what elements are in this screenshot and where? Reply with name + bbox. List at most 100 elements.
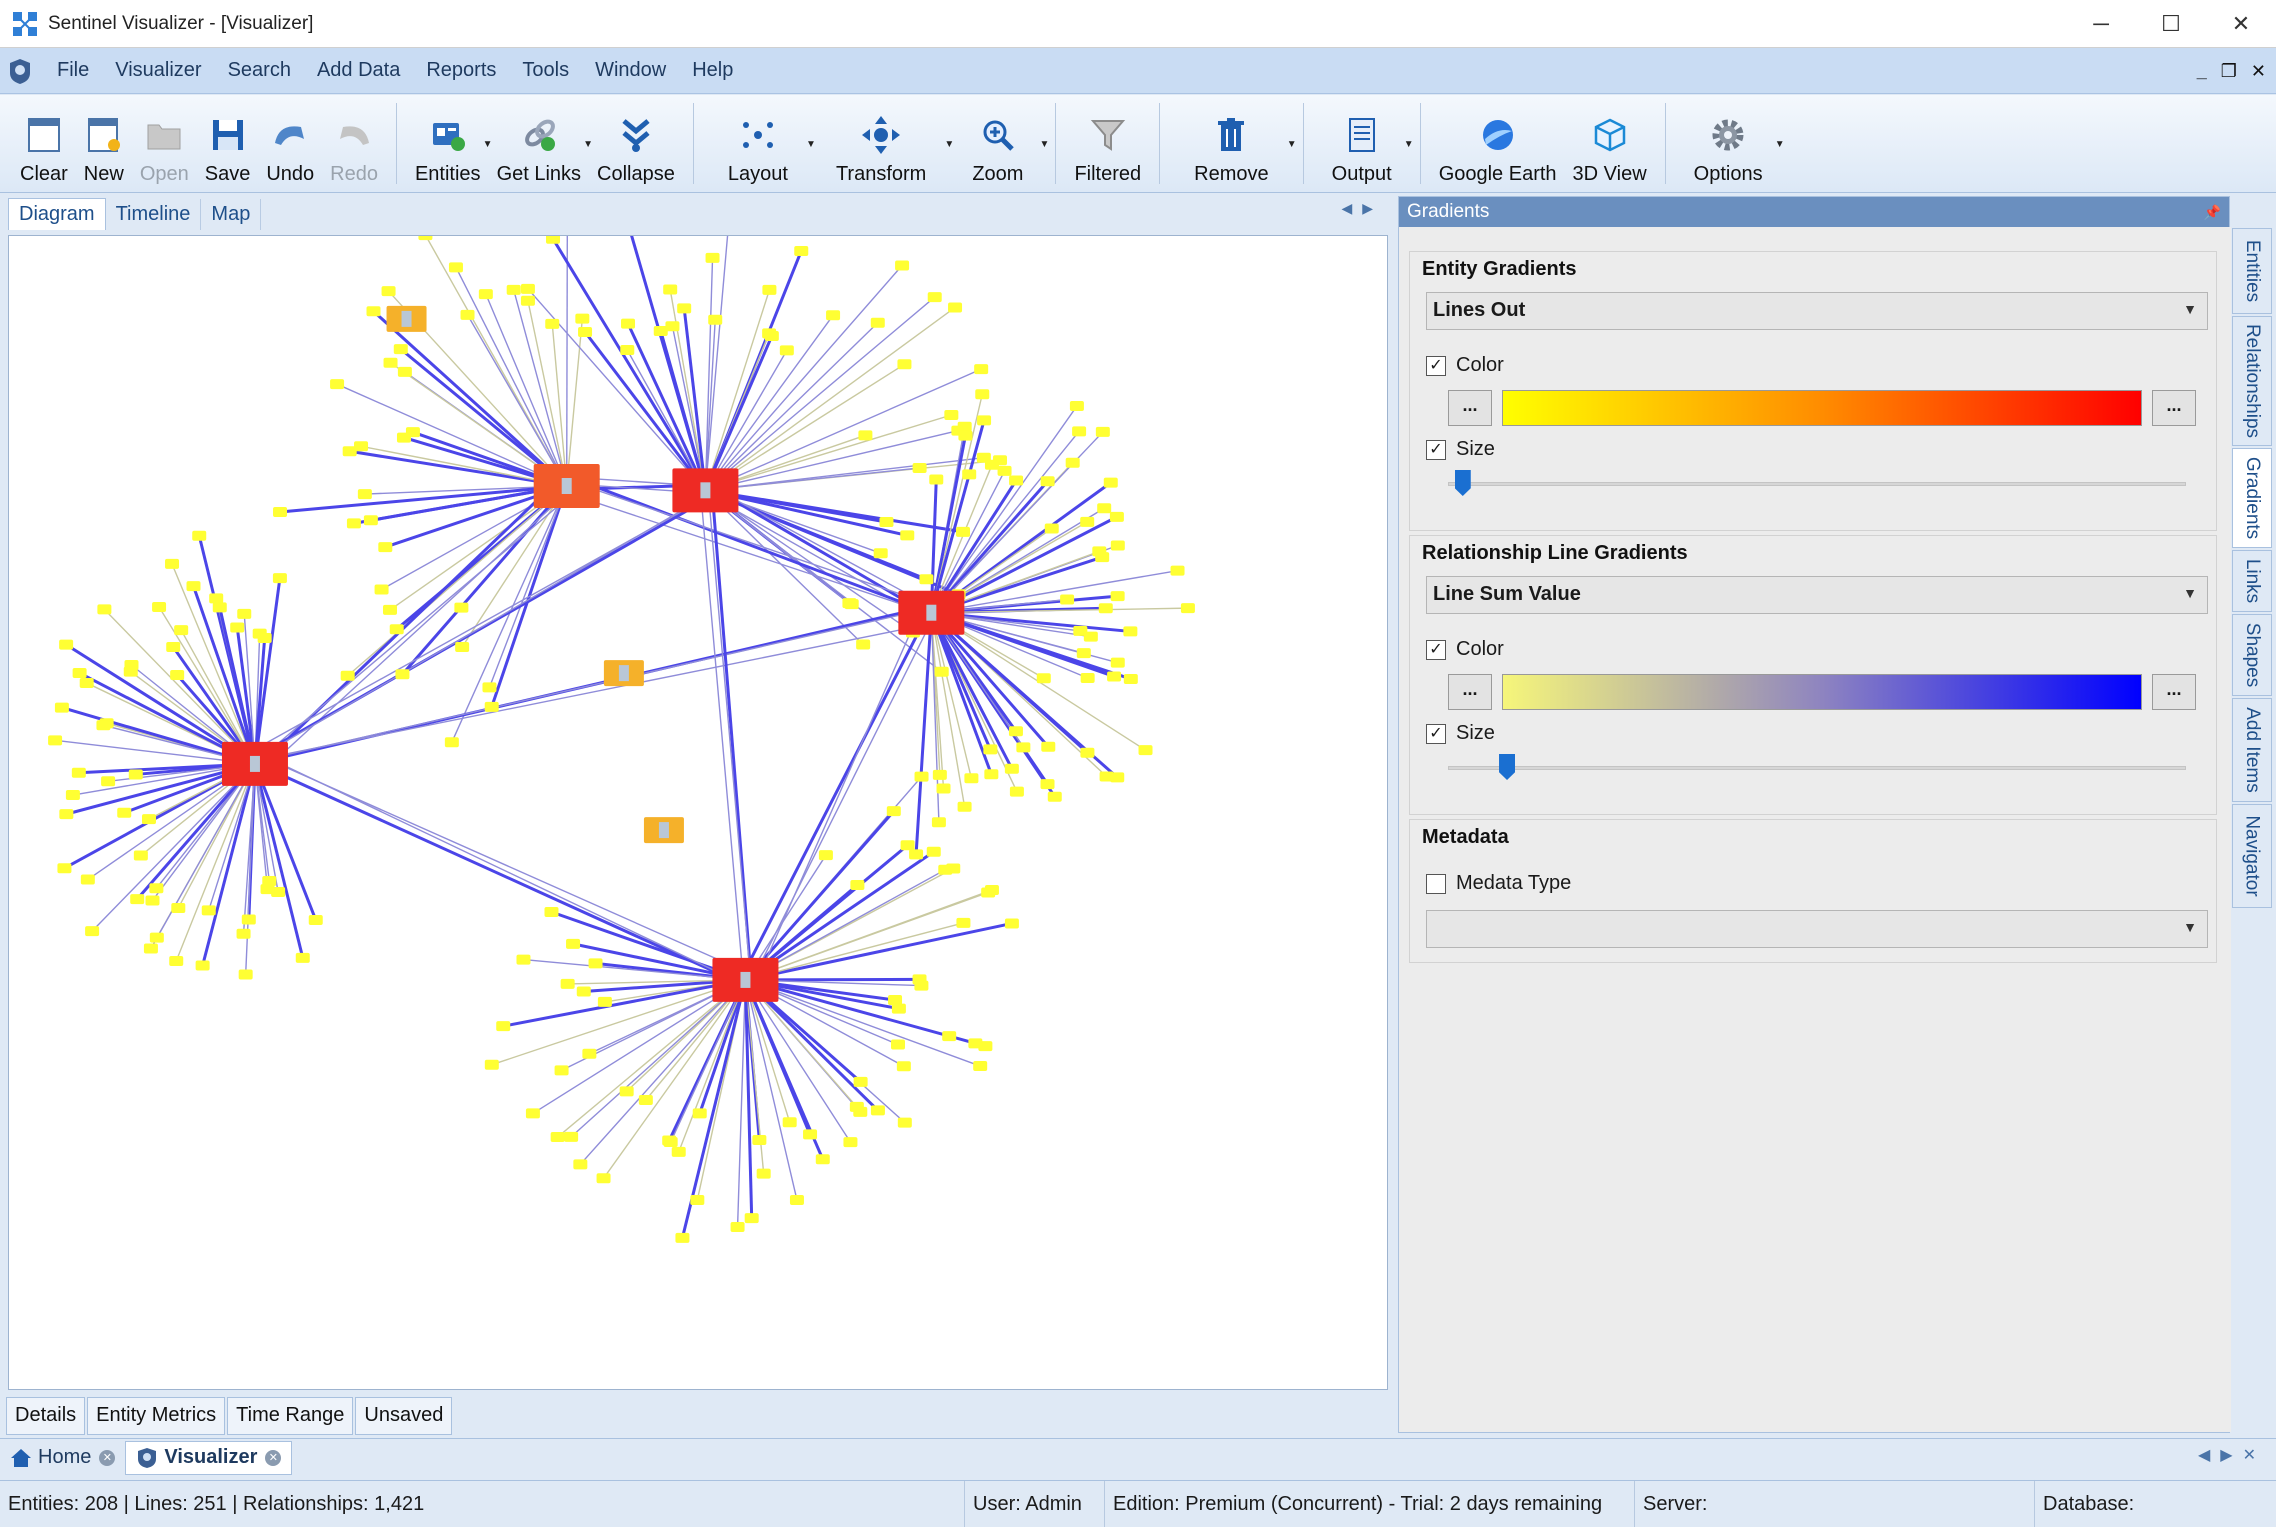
entity-gradients-heading: Entity Gradients — [1422, 258, 1577, 280]
menu-file[interactable]: File — [44, 59, 102, 82]
leaf-entity-node — [891, 1039, 906, 1050]
menu-add-data[interactable]: Add Data — [304, 59, 413, 82]
menu-search[interactable]: Search — [215, 59, 304, 82]
leaf-entity-node — [1103, 477, 1118, 488]
leaf-entity-node — [454, 602, 469, 613]
title-bar: Sentinel Visualizer - [Visualizer] ─ ☐ ✕ — [0, 0, 2276, 48]
relationship-gradient-end-color-button[interactable]: ... — [2152, 674, 2196, 710]
tab-time-range[interactable]: Time Range — [227, 1397, 354, 1435]
leaf-entity-node — [520, 283, 535, 294]
diagram-canvas[interactable] — [8, 235, 1388, 1390]
menu-tools[interactable]: Tools — [509, 59, 582, 82]
open-button[interactable]: Open — [132, 95, 197, 192]
transform-button[interactable]: Transform ▼ — [812, 95, 954, 192]
remove-button[interactable]: Remove ▼ — [1170, 95, 1297, 192]
redo-button[interactable]: Redo — [322, 95, 386, 192]
mdi-minimize-button[interactable]: _ — [2197, 61, 2207, 82]
relationship-color-checkbox[interactable]: ✓ — [1426, 639, 1446, 660]
relationship-size-slider-thumb[interactable] — [1499, 754, 1516, 780]
leaf-entity-node — [374, 584, 389, 595]
options-button[interactable]: Options ▼ — [1676, 95, 1785, 192]
tab-entity-metrics[interactable]: Entity Metrics — [87, 1397, 226, 1435]
layout-button[interactable]: Layout ▼ — [704, 95, 816, 192]
entity-size-slider-track[interactable] — [1448, 482, 2186, 486]
tab-timeline[interactable]: Timeline — [106, 199, 202, 230]
zoom-button[interactable]: Zoom ▼ — [950, 95, 1049, 192]
3d-view-button[interactable]: 3D View — [1565, 95, 1655, 192]
relationship-gradient-start-color-button[interactable]: ... — [1448, 674, 1492, 710]
entity-gradient-start-color-button[interactable]: ... — [1448, 390, 1492, 426]
close-tab-icon[interactable]: ✕ — [265, 1449, 282, 1466]
network-graph[interactable] — [9, 236, 1387, 1389]
relationship-gradient-mode-select[interactable]: Line Sum Value ▼ — [1426, 576, 2208, 614]
output-button[interactable]: Output ▼ — [1314, 95, 1414, 192]
leaf-entity-node — [997, 465, 1012, 476]
filtered-button[interactable]: Filtered — [1066, 95, 1149, 192]
relationship-line — [566, 318, 584, 487]
maximize-button[interactable]: ☐ — [2136, 0, 2206, 48]
chevron-down-icon: ▼ — [2183, 301, 2197, 317]
entity-color-checkbox[interactable]: ✓ — [1426, 355, 1446, 376]
entity-size-checkbox[interactable]: ✓ — [1426, 439, 1446, 460]
leaf-entity-node — [59, 809, 74, 820]
menu-reports[interactable]: Reports — [413, 59, 509, 82]
leaf-entity-node — [165, 558, 180, 569]
pin-icon[interactable]: 📌 — [2204, 204, 2221, 221]
save-button[interactable]: Save — [197, 95, 259, 192]
side-tab-links[interactable]: Links — [2232, 550, 2272, 612]
metadata-type-select[interactable]: ▼ — [1426, 910, 2208, 948]
tab-unsaved[interactable]: Unsaved — [355, 1397, 453, 1435]
leaf-entity-node — [79, 677, 94, 688]
entities-button[interactable]: Entities ▼ — [407, 95, 493, 192]
menu-window[interactable]: Window — [582, 59, 679, 82]
minimize-button[interactable]: ─ — [2066, 0, 2136, 48]
side-tab-navigator[interactable]: Navigator — [2232, 804, 2272, 908]
side-tab-add-items[interactable]: Add Items — [2232, 698, 2272, 802]
google-earth-button[interactable]: Google Earth — [1431, 95, 1565, 192]
menu-visualizer[interactable]: Visualizer — [102, 59, 214, 82]
leaf-entity-node — [195, 960, 210, 971]
doc-tab-nav-icon[interactable]: ◀▶✕ — [2198, 1445, 2266, 1465]
entity-size-slider-thumb[interactable] — [1454, 470, 1471, 496]
doc-tab-visualizer[interactable]: Visualizer ✕ — [125, 1440, 293, 1475]
tab-map[interactable]: Map — [201, 199, 262, 230]
tab-diagram[interactable]: Diagram — [8, 198, 106, 230]
entity-gradient-mode-select[interactable]: Lines Out ▼ — [1426, 292, 2208, 330]
side-tab-shapes[interactable]: Shapes — [2232, 614, 2272, 696]
panel-title: Gradients — [1407, 201, 1490, 222]
get-links-button[interactable]: Get Links ▼ — [489, 95, 593, 192]
relationship-size-slider-track[interactable] — [1448, 766, 2186, 770]
side-tab-entities[interactable]: Entities — [2232, 228, 2272, 314]
leaf-entity-node — [1170, 565, 1185, 576]
leaf-entity-node — [482, 682, 497, 693]
leaf-entity-node — [71, 767, 86, 778]
leaf-entity-node — [525, 1108, 540, 1119]
doc-tab-home[interactable]: Home ✕ — [0, 1441, 125, 1475]
side-tab-gradients[interactable]: Gradients — [2232, 448, 2272, 548]
close-button[interactable]: ✕ — [2206, 0, 2276, 48]
filter-icon — [1088, 115, 1128, 155]
leaf-entity-node — [926, 846, 941, 857]
chevron-down-icon: ▼ — [2183, 585, 2197, 601]
collapse-button[interactable]: Collapse — [589, 95, 683, 192]
mdi-restore-button[interactable]: ❐ — [2221, 61, 2237, 82]
tab-details[interactable]: Details — [6, 1397, 86, 1435]
entity-gradient-end-color-button[interactable]: ... — [2152, 390, 2196, 426]
new-button[interactable]: New — [76, 95, 132, 192]
leaf-entity-node — [1016, 742, 1031, 753]
mdi-close-button[interactable]: ✕ — [2251, 61, 2266, 82]
metadata-type-checkbox[interactable] — [1426, 873, 1446, 894]
leaf-entity-node — [346, 518, 361, 529]
relationship-size-checkbox[interactable]: ✓ — [1426, 723, 1446, 744]
leaf-entity-node — [395, 669, 410, 680]
clear-button[interactable]: Clear — [12, 95, 76, 192]
undo-button[interactable]: Undo — [258, 95, 322, 192]
close-tab-icon[interactable]: ✕ — [99, 1449, 116, 1466]
leaf-entity-node — [484, 1059, 499, 1070]
leaf-entity-node — [444, 737, 459, 748]
visualizer-logo-icon[interactable] — [6, 57, 34, 85]
leaf-entity-node — [756, 1168, 771, 1179]
menu-help[interactable]: Help — [679, 59, 746, 82]
side-tab-relationships[interactable]: Relationships — [2232, 316, 2272, 446]
tab-scroll-arrows-icon[interactable]: ◀▶ — [1341, 200, 1383, 217]
